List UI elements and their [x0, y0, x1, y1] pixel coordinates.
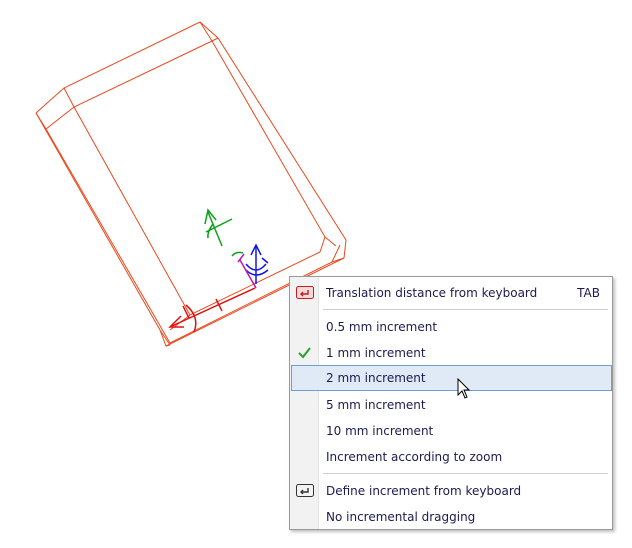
gizmo-y-axis — [204, 208, 244, 257]
gizmo-z-axis — [245, 243, 269, 284]
menu-item-2mm-increment[interactable]: 2 mm increment — [291, 365, 612, 391]
move-gizmo[interactable] — [168, 208, 269, 333]
menu-item-increment-according-to-zoom[interactable]: Increment according to zoom — [291, 445, 611, 469]
menu-item-label: 5 mm increment — [326, 398, 426, 412]
menu-item-translation-distance-from-keyboard[interactable]: Translation distance from keyboard TAB — [291, 281, 611, 305]
menu-item-label: 2 mm increment — [326, 371, 426, 385]
menu-item-define-increment-from-keyboard[interactable]: Define increment from keyboard — [291, 479, 611, 503]
gizmo-x-axis — [168, 287, 256, 333]
menu-item-1mm-increment[interactable]: 1 mm increment — [291, 341, 611, 365]
menu-item-shortcut: TAB — [577, 286, 600, 300]
menu-item-label: Translation distance from keyboard — [326, 286, 538, 300]
menu-separator — [323, 473, 608, 474]
menu-item-no-incremental-dragging[interactable]: No incremental dragging — [291, 505, 611, 529]
menu-item-label: Define increment from keyboard — [326, 484, 522, 498]
keyboard-enter-red-icon — [296, 286, 314, 300]
menu-item-10mm-increment[interactable]: 10 mm increment — [291, 419, 611, 443]
gizmo-pivot — [237, 253, 257, 289]
mouse-cursor-icon — [457, 377, 471, 400]
menu-item-label: 0.5 mm increment — [326, 320, 438, 334]
increment-context-menu: Translation distance from keyboard TAB 0… — [289, 276, 613, 530]
keyboard-enter-icon — [296, 484, 314, 498]
menu-item-label: No incremental dragging — [326, 510, 476, 524]
menu-item-0-5mm-increment[interactable]: 0.5 mm increment — [291, 315, 611, 339]
menu-item-5mm-increment[interactable]: 5 mm increment — [291, 393, 611, 417]
menu-item-label: Increment according to zoom — [326, 450, 503, 464]
checkmark-icon — [296, 346, 314, 360]
menu-item-label: 10 mm increment — [326, 424, 434, 438]
menu-separator — [323, 309, 608, 310]
menu-item-label: 1 mm increment — [326, 346, 426, 360]
